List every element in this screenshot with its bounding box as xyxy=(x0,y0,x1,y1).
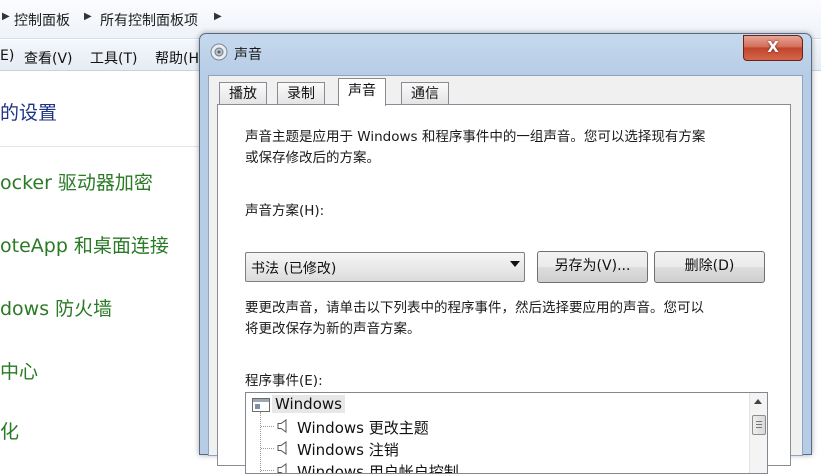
tree-line xyxy=(260,412,261,473)
description-line-1: 声音主题是应用于 Windows 和程序事件中的一组声音。您可以选择现有方案 xyxy=(245,129,706,145)
close-button[interactable]: X xyxy=(743,35,803,61)
sounds-panel: 声音主题是应用于 Windows 和程序事件中的一组声音。您可以选择现有方案 或… xyxy=(217,104,791,474)
tab-sounds[interactable]: 声音 xyxy=(338,78,386,106)
divider xyxy=(0,146,210,147)
tab-playback[interactable]: 播放 xyxy=(219,82,267,105)
speaker-icon xyxy=(277,463,287,473)
scroll-thumb[interactable] xyxy=(752,415,766,435)
tree-line xyxy=(261,470,274,471)
tree-root-windows[interactable]: Windows xyxy=(272,395,345,413)
menu-help[interactable]: 帮助(H) xyxy=(155,48,204,68)
speaker-icon xyxy=(210,43,228,61)
menu-view[interactable]: 查看(V) xyxy=(24,48,73,68)
list-item[interactable]: Windows 注销 xyxy=(297,439,399,460)
tab-recording[interactable]: 录制 xyxy=(277,82,325,105)
breadcrumb-arrow-icon[interactable]: ▶ xyxy=(214,11,222,22)
delete-button[interactable]: 删除(D) xyxy=(654,251,765,283)
breadcrumb-all-items[interactable]: 所有控制面板项 xyxy=(100,10,198,30)
tab-communications[interactable]: 通信 xyxy=(401,82,449,105)
breadcrumb-arrow-icon[interactable]: ▶ xyxy=(2,11,10,22)
link-bitlocker[interactable]: ocker 驱动器加密 xyxy=(0,168,153,195)
speaker-icon xyxy=(277,419,287,433)
menu-tools[interactable]: 工具(T) xyxy=(90,48,137,68)
instruction-line-1: 要更改声音，请单击以下列表中的程序事件，然后选择要应用的声音。您可以 xyxy=(245,300,704,316)
tree-line xyxy=(261,426,274,427)
dialog-title: 声音 xyxy=(234,47,262,63)
program-events-list[interactable]: Windows Windows 更改主题 Windows 注销 Windows … xyxy=(245,392,768,474)
save-as-button[interactable]: 另存为(V)... xyxy=(537,251,648,283)
sound-scheme-value: 书法 (已修改) xyxy=(251,261,337,277)
instruction-line-2: 将更改保存为新的声音方案。 xyxy=(245,321,421,337)
sound-scheme-select[interactable]: 书法 (已修改) xyxy=(245,252,525,282)
sound-dialog: 声音 X 播放 录制 声音 通信 声音主题是应用于 Windows 和程序事件中… xyxy=(199,33,812,474)
speaker-icon xyxy=(277,441,287,455)
page-title: 的设置 xyxy=(0,102,58,124)
description-line-2: 或保存修改后的方案。 xyxy=(245,150,380,166)
scheme-label: 声音方案(H): xyxy=(245,203,325,219)
link-remoteapp[interactable]: oteApp 和桌面连接 xyxy=(0,231,169,258)
link-personalization[interactable]: 化 xyxy=(0,417,19,444)
dropdown-arrow-icon xyxy=(510,261,520,267)
link-center[interactable]: 中心 xyxy=(0,357,38,384)
menu-edit[interactable]: E) xyxy=(0,48,14,64)
vertical-scrollbar[interactable] xyxy=(749,393,767,473)
list-item[interactable]: Windows 用户帐户控制 xyxy=(297,461,459,473)
title-bar[interactable]: 声音 X xyxy=(200,34,811,72)
dialog-client: 播放 录制 声音 通信 声音主题是应用于 Windows 和程序事件中的一组声音… xyxy=(208,75,803,474)
breadcrumb-control-panel[interactable]: 控制面板 xyxy=(14,10,70,30)
link-firewall[interactable]: dows 防火墙 xyxy=(0,294,112,321)
list-item[interactable]: Windows 更改主题 xyxy=(297,417,429,438)
tree-line xyxy=(261,448,274,449)
window-icon xyxy=(252,398,270,412)
breadcrumb-arrow-icon[interactable]: ▶ xyxy=(84,11,92,22)
events-label: 程序事件(E): xyxy=(245,373,323,389)
scroll-up-arrow-icon[interactable] xyxy=(754,399,762,404)
